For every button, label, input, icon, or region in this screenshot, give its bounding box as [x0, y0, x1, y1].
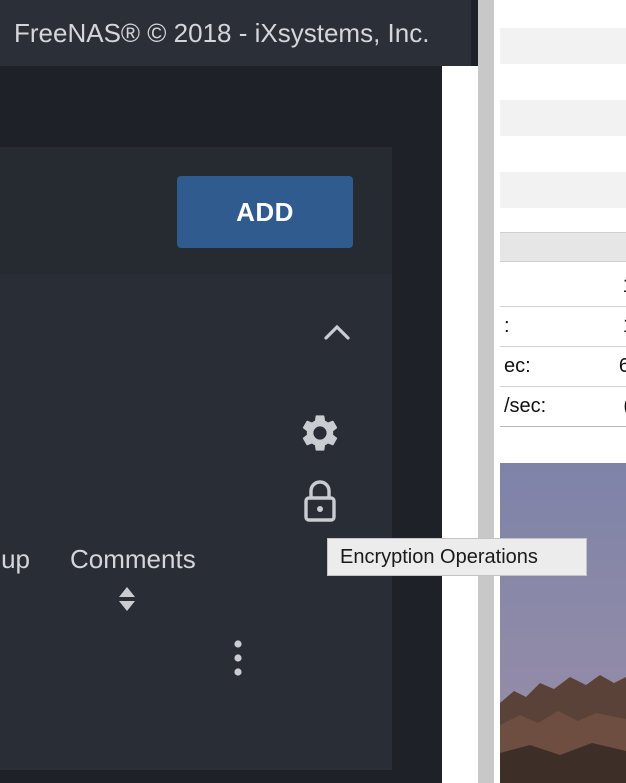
background-window: 180 : 1 ec: 6 /sec: (	[500, 0, 626, 783]
column-header-comments[interactable]: Comments	[70, 544, 198, 575]
tooltip-encryption-operations: Encryption Operations	[327, 538, 587, 576]
stats-header	[500, 232, 626, 262]
freenas-window: ADD up Comments	[0, 0, 442, 783]
list-stripe	[500, 100, 626, 136]
stat-row: /sec: (	[500, 386, 626, 427]
stat-label: ec:	[504, 355, 531, 377]
stat-value: 180	[623, 275, 626, 298]
window-gap	[442, 66, 478, 783]
stat-row: : 1	[500, 306, 626, 347]
stat-label: :	[504, 315, 510, 337]
stat-row: ec: 6	[500, 346, 626, 387]
lock-icon[interactable]	[300, 478, 340, 524]
stat-row: 180	[500, 266, 626, 307]
footer-copyright-bar: FreeNAS® © 2018 - iXsystems, Inc.	[0, 0, 471, 66]
list-stripe	[500, 64, 626, 100]
copyright-text: FreeNAS® © 2018 - iXsystems, Inc.	[14, 17, 430, 48]
more-vert-icon[interactable]	[228, 640, 248, 676]
page-bottom	[0, 770, 442, 783]
chevron-up-icon[interactable]	[320, 316, 354, 350]
sort-icon[interactable]	[117, 586, 137, 612]
list-stripe	[500, 28, 626, 64]
window-separator	[478, 0, 494, 783]
list-stripe	[500, 172, 626, 208]
gear-icon[interactable]	[298, 410, 342, 456]
tooltip-text: Encryption Operations	[340, 545, 538, 568]
desktop-wallpaper-image	[500, 463, 626, 783]
stat-label: /sec:	[504, 395, 547, 417]
add-button[interactable]: ADD	[177, 176, 353, 248]
page-subheader	[0, 66, 442, 147]
list-stripe	[500, 136, 626, 172]
stat-value: 6	[618, 355, 626, 377]
column-header-group[interactable]: up	[0, 544, 30, 575]
